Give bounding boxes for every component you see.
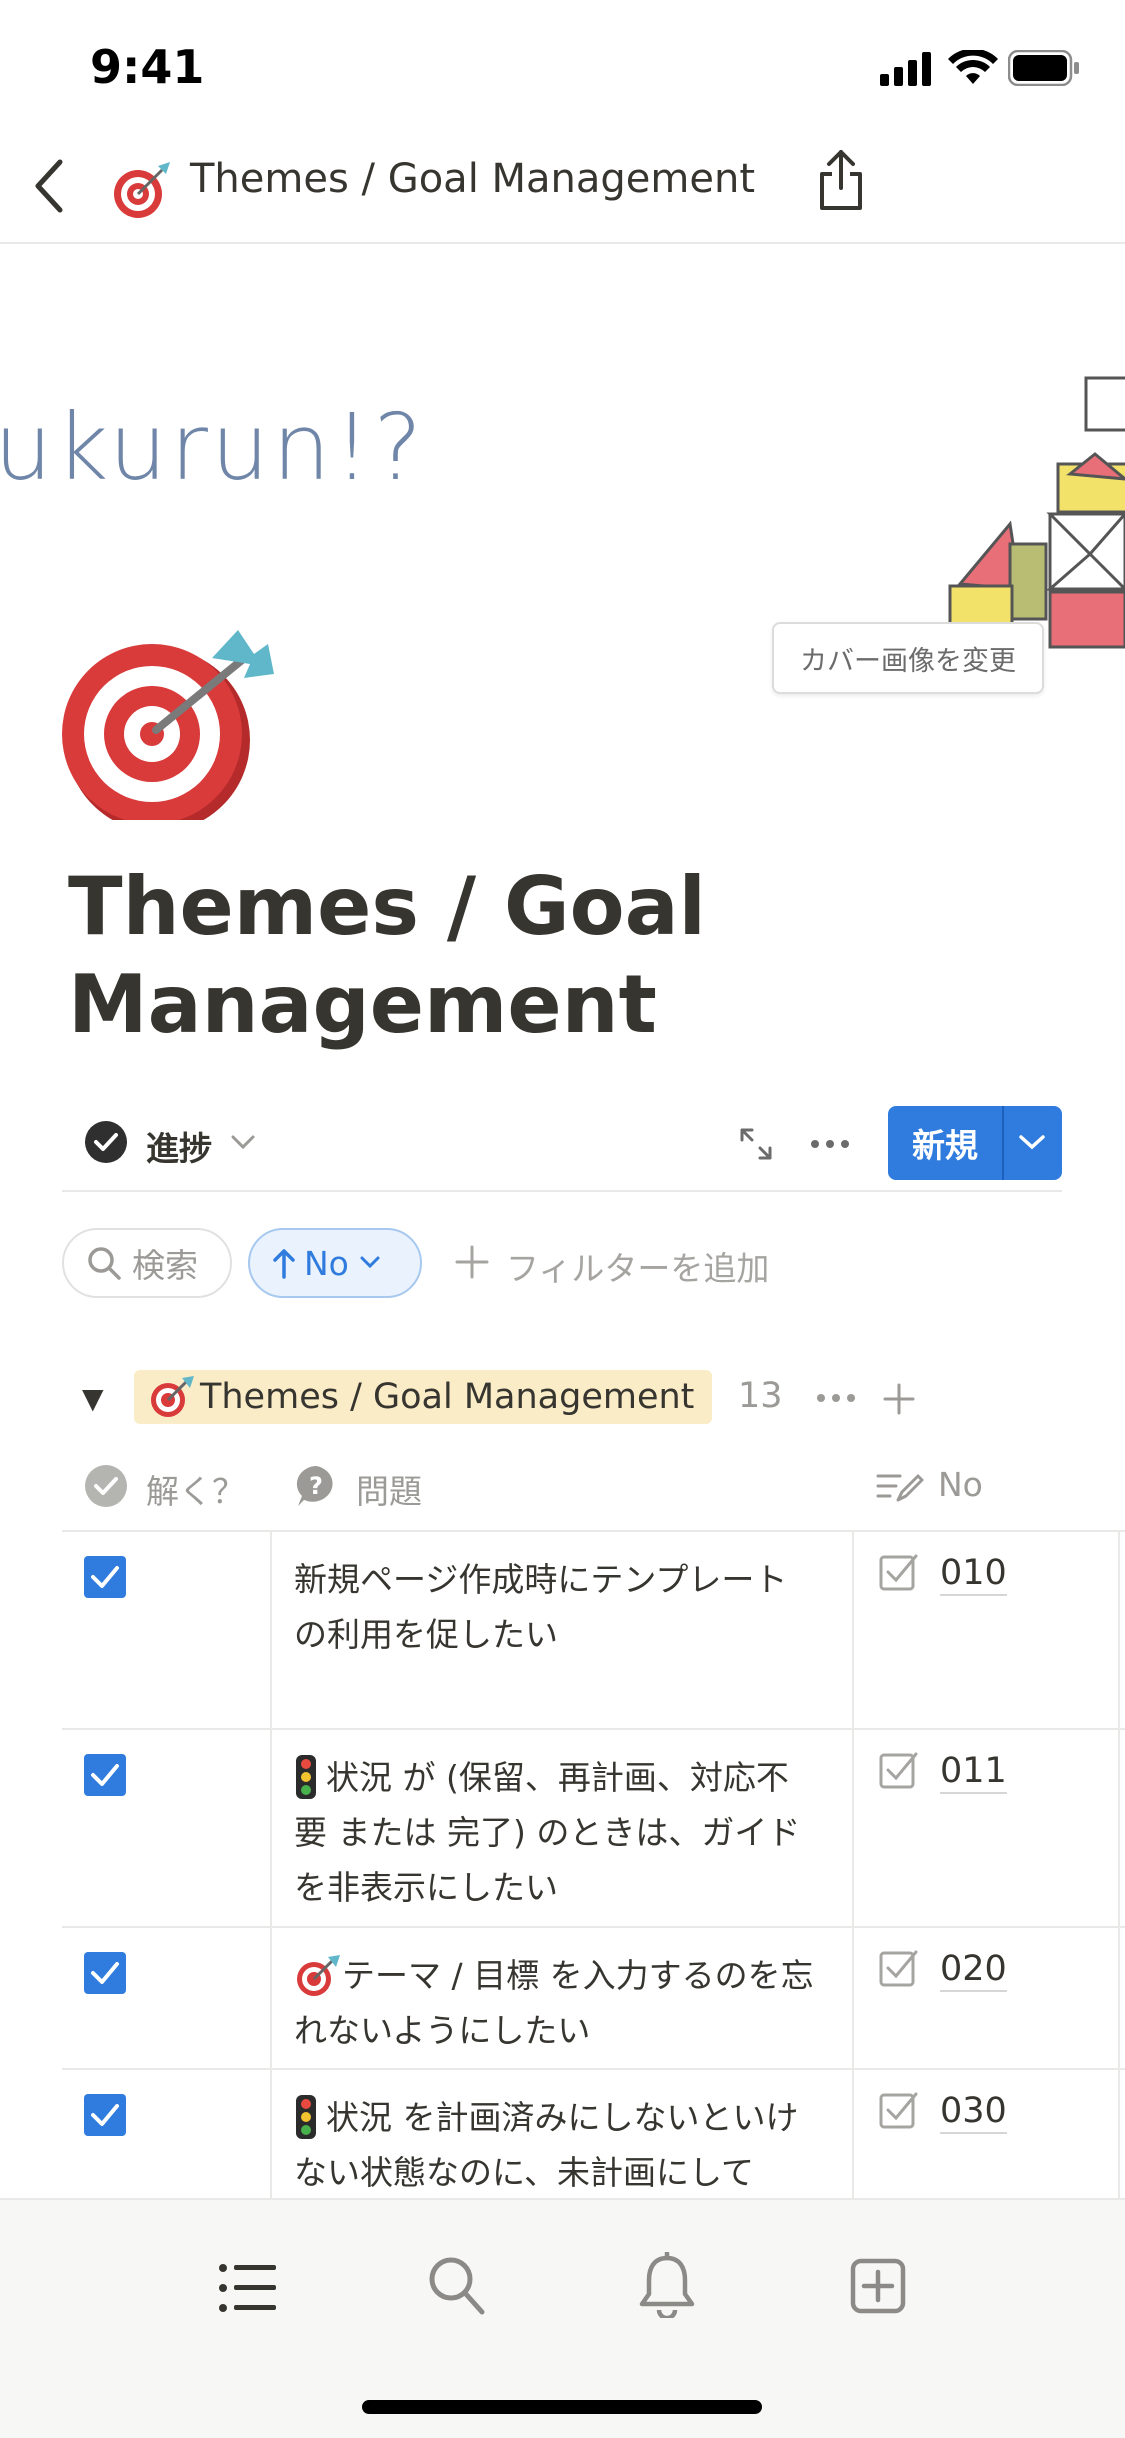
no-cell[interactable]: 011 [940, 1750, 1007, 1794]
question-bubble-icon: ? [296, 1466, 333, 1506]
list-icon[interactable] [218, 2262, 278, 2314]
add-box-icon[interactable] [850, 2258, 906, 2314]
new-button-divider [1002, 1106, 1004, 1180]
share-icon[interactable] [816, 148, 866, 212]
search-icon [88, 1247, 121, 1280]
status-time: 9:41 [90, 40, 205, 94]
signal-icon [880, 52, 931, 86]
problem-text: テーマ / 目標 を入力するのを忘れないようにしたい [294, 1956, 814, 2050]
checkmark-icon [91, 1566, 119, 1588]
checkbox-checked[interactable] [84, 2094, 126, 2136]
search-icon[interactable] [426, 2254, 486, 2318]
blocks-illustration [948, 376, 1125, 649]
checkmark-icon [91, 2104, 119, 2126]
plus-icon[interactable] [454, 1244, 490, 1280]
target-icon[interactable] [62, 630, 282, 820]
group-label: Themes / Goal Management [200, 1377, 695, 1417]
battery-icon [1008, 50, 1079, 86]
target-icon [297, 1955, 340, 1996]
problem-cell[interactable]: 新規ページ作成時にテンプレートの利用を促したい [294, 1552, 814, 1662]
svg-text:?: ? [309, 1472, 323, 1500]
expand-icon[interactable] [738, 1126, 774, 1162]
column-header-problem[interactable]: 問題 [356, 1465, 422, 1513]
table-row[interactable]: 状況 が (保留、再計画、対応不要 または 完了) のときは、ガイドを非表示にし… [62, 1730, 1125, 1928]
checkbox-checked[interactable] [84, 1952, 126, 1994]
sort-chip[interactable]: No [248, 1228, 422, 1298]
traffic-light-icon [296, 2095, 316, 2139]
chevron-down-icon[interactable] [1018, 1134, 1046, 1152]
nav-title: Themes / Goal Management [190, 156, 756, 202]
group-tag: Themes / Goal Management [134, 1370, 713, 1424]
problem-cell[interactable]: 状況 を計画済みにしないといけない状態なのに、未計画にして [294, 2090, 814, 2198]
check-circle-icon[interactable] [84, 1120, 128, 1164]
view-name[interactable]: 進捗 [146, 1122, 212, 1170]
checkbox-icon [879, 1554, 918, 1591]
column-header-solve[interactable]: 解く？ [146, 1465, 245, 1513]
view-bar: 進捗 新規 [62, 1104, 1062, 1192]
status-bar: 9:41 [0, 0, 1125, 130]
text-edit-icon [876, 1474, 924, 1502]
table-row[interactable]: 状況 を計画済みにしないといけない状態なのに、未計画にして 030 [62, 2070, 1125, 2198]
checkmark-icon [91, 1764, 119, 1786]
more-icon[interactable] [816, 1392, 856, 1404]
problem-text: 状況 が (保留、再計画、対応不要 または 完了) のときは、ガイドを非表示にし… [294, 1758, 801, 1907]
column-header-no[interactable]: No [938, 1465, 983, 1504]
checkmark-icon [91, 1962, 119, 1984]
table-row[interactable]: 新規ページ作成時にテンプレートの利用を促したい 010 [62, 1532, 1125, 1730]
wifi-icon [948, 50, 998, 84]
group-count: 13 [738, 1376, 783, 1416]
check-circle-icon [85, 1465, 127, 1507]
sort-label: No [304, 1243, 349, 1283]
home-indicator [362, 2400, 762, 2414]
target-icon [114, 162, 170, 218]
search-label: 検索 [132, 1246, 198, 1285]
no-cell[interactable]: 010 [940, 1552, 1007, 1596]
table-row[interactable]: テーマ / 目標 を入力するのを忘れないようにしたい 020 [62, 1928, 1125, 2070]
arrow-up-icon [273, 1249, 295, 1279]
search-chip[interactable]: 検索 [62, 1228, 232, 1298]
target-icon [151, 1376, 194, 1417]
chevron-down-icon[interactable] [230, 1134, 256, 1152]
change-cover-button[interactable]: カバー画像を変更 [772, 622, 1044, 694]
traffic-light-icon [296, 1755, 316, 1799]
new-button[interactable]: 新規 [888, 1106, 1062, 1180]
no-cell[interactable]: 020 [940, 1948, 1007, 1992]
page-title-line1: Themes / Goal [68, 860, 706, 953]
problem-cell[interactable]: 状況 が (保留、再計画、対応不要 または 完了) のときは、ガイドを非表示にし… [294, 1750, 814, 1915]
checkbox-icon [879, 2092, 918, 2129]
back-chevron-icon[interactable] [30, 158, 66, 214]
plus-icon[interactable] [882, 1382, 916, 1416]
checkbox-icon [879, 1950, 918, 1987]
cover-text: ukurun!? [0, 394, 426, 501]
bell-icon[interactable] [638, 2252, 696, 2318]
page-title: Themes / Goal Management [68, 858, 968, 1054]
no-cell[interactable]: 030 [940, 2090, 1007, 2134]
new-button-label[interactable]: 新規 [888, 1106, 1002, 1180]
checkbox-checked[interactable] [84, 1556, 126, 1598]
problem-text: 状況 を計画済みにしないといけない状態なのに、未計画にして [294, 2098, 799, 2192]
chevron-down-icon [360, 1256, 380, 1269]
group-toggle-icon[interactable]: ▼ [82, 1382, 104, 1415]
more-icon[interactable] [810, 1138, 850, 1150]
checkbox-checked[interactable] [84, 1754, 126, 1796]
checkbox-icon [879, 1752, 918, 1789]
page-title-line2: Management [68, 958, 657, 1051]
nav-bar: Themes / Goal Management [0, 130, 1125, 244]
add-filter-label[interactable]: フィルターを追加 [506, 1242, 769, 1290]
problem-cell[interactable]: テーマ / 目標 を入力するのを忘れないようにしたい [294, 1948, 814, 2058]
